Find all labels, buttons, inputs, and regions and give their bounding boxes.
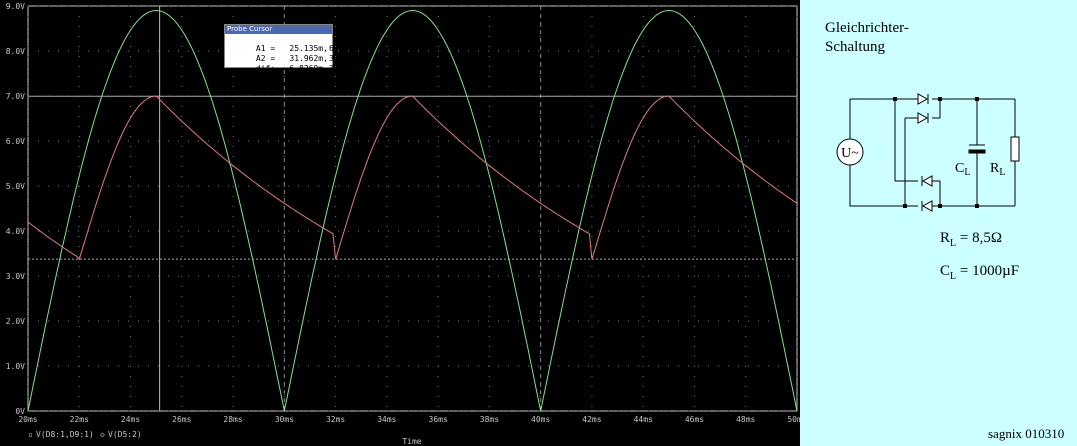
junction-dot	[938, 97, 942, 101]
x-tick-label: 38ms	[480, 415, 499, 424]
junction-dot	[903, 204, 907, 208]
legend-label-1: V(D5:2)	[108, 430, 142, 439]
resistor-label: RL	[990, 161, 1005, 178]
x-tick-label: 36ms	[429, 415, 448, 424]
y-tick-label: 1.0V	[6, 362, 25, 371]
resistance-value: RL = 8,5Ω	[940, 230, 1002, 249]
series-v-d8-d9-line	[27, 95, 798, 261]
junction-dot	[893, 97, 897, 101]
source-label: U~	[841, 146, 859, 161]
cursor-label: A1 =	[255, 44, 276, 53]
y-tick-label: 4.0V	[6, 227, 25, 236]
legend-label-0: V(D8:1,D9:1)	[36, 430, 94, 439]
junction-dot	[975, 97, 979, 101]
circuit-schematic: U~ CL RL	[836, 93, 1020, 212]
y-tick-label: 0V	[15, 407, 25, 416]
x-tick-label: 28ms	[223, 415, 242, 424]
x-tick-label: 26ms	[172, 415, 191, 424]
probe-cursor-window[interactable]: Probe Cursor A1 = 25.135m,6.9938 A2 = 31.9…	[224, 24, 358, 73]
x-tick-label: 46ms	[685, 415, 704, 424]
info-panel: Gleichrichter- Schaltung U~ CL RL RL = 8…	[800, 0, 1077, 446]
junction-dot	[975, 204, 979, 208]
x-tick-label: 40ms	[531, 415, 550, 424]
cursor-y: 3.3747	[329, 54, 358, 63]
y-tick-label: 3.0V	[6, 272, 25, 281]
x-tick-label: 22ms	[70, 415, 89, 424]
cursor-label: A2 =	[255, 54, 276, 63]
series-v-d5-line	[27, 9, 798, 412]
cursor-row-a1: A1 = 25.135m,6.9938	[225, 34, 358, 53]
y-tick-label: 5.0V	[6, 182, 25, 191]
x-tick-label: 24ms	[121, 415, 140, 424]
y-tick-label: 9.0V	[6, 2, 25, 11]
cursor-y: 6.9938	[329, 44, 358, 53]
waveform-chart: 20ms 22ms 24ms 26ms 28ms 30ms 32ms 34ms 36ms 38ms…	[6, 2, 800, 446]
legend-marker: ◇	[100, 430, 105, 439]
x-tick-label: 42ms	[582, 415, 601, 424]
cursor-x: 31.962m,	[289, 54, 328, 63]
x-tick-label: 20ms	[18, 415, 37, 424]
capacitance-value: CL = 1000µF	[940, 263, 1020, 282]
x-tick-label: 44ms	[634, 415, 653, 424]
legend-marker: ▫	[28, 430, 33, 439]
y-tick-label: 6.0V	[6, 137, 25, 146]
cursor-x: -6.8269m,	[284, 64, 328, 73]
junction-dot	[938, 204, 942, 208]
plot-area: 20ms 22ms 24ms 26ms 28ms 30ms 32ms 34ms 36ms 38ms…	[0, 0, 800, 446]
cursor-y: 3.6191	[329, 64, 358, 73]
cursor-x: 25.135m,	[289, 44, 328, 53]
y-tick-label: 2.0V	[6, 317, 25, 326]
probe-cursor-title[interactable]: Probe Cursor	[225, 25, 332, 34]
plot-border	[27, 5, 798, 412]
x-tick-label: 30ms	[275, 415, 294, 424]
capacitor-label: CL	[955, 161, 970, 178]
x-axis-label: Time	[402, 437, 421, 446]
x-tick-label: 48ms	[736, 415, 755, 424]
x-tick-label: 50ms	[787, 415, 800, 424]
author-credit: sagnix 010310	[988, 426, 1065, 441]
y-tick-label: 7.0V	[6, 92, 25, 101]
cursor-label: dif:	[255, 64, 276, 73]
x-tick-label: 32ms	[326, 415, 345, 424]
y-tick-label: 8.0V	[6, 47, 25, 56]
x-tick-label: 34ms	[377, 415, 396, 424]
